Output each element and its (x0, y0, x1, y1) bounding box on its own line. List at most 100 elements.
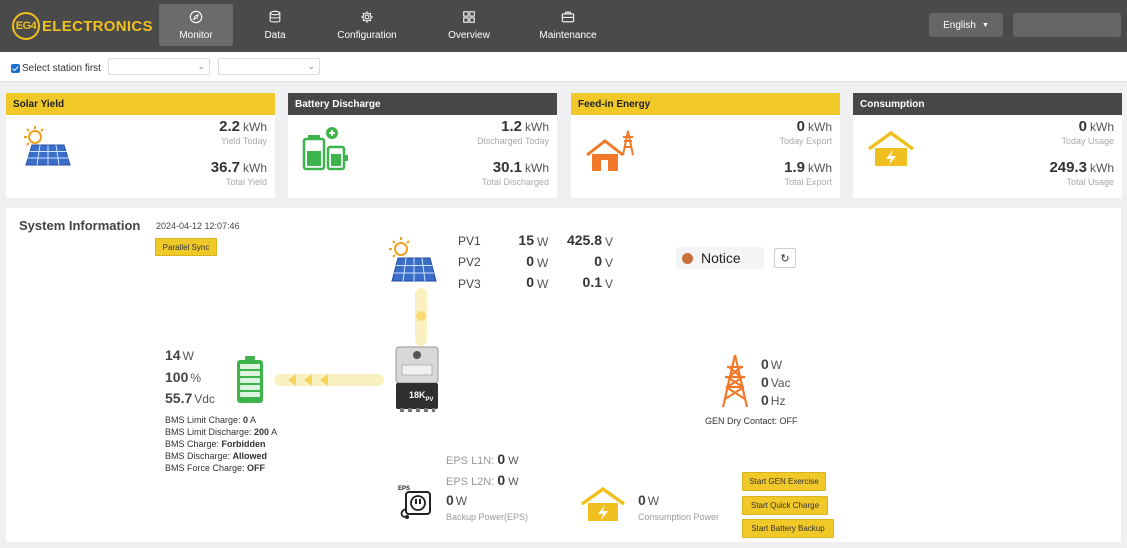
bms-force-charge: BMS Force Charge: OFF (165, 463, 266, 473)
nav-monitor-label: Monitor (179, 29, 213, 41)
consumption-power-label: Consumption Power (638, 512, 720, 522)
language-label: English (943, 19, 976, 31)
nav-monitor[interactable]: Monitor (159, 4, 233, 46)
start-quick-charge-button[interactable]: Start Quick Charge (742, 496, 828, 515)
pv2-name: PV2 (458, 255, 481, 269)
total-export-value: 1.9 (784, 159, 805, 176)
consumption-power-value: 0 (638, 492, 646, 508)
nav-configuration-label: Configuration (337, 29, 397, 41)
nav-overview-label: Overview (448, 29, 490, 41)
grid-icon (463, 10, 475, 23)
transmission-tower-icon (721, 354, 749, 408)
bms-limit-charge: BMS Limit Charge: 0 A (165, 415, 257, 425)
eps-icon-label: EPS (398, 486, 411, 492)
user-account-box[interactable] (1013, 13, 1121, 37)
total-export-label: Total Export (784, 177, 832, 187)
gen-voltage-value: 0 (761, 374, 769, 390)
start-battery-backup-button[interactable]: Start Battery Backup (742, 519, 834, 538)
consumption-card: Consumption 0 kWh Today Usage 249.3 kWh To… (853, 93, 1122, 198)
card-title: Consumption (853, 93, 1122, 115)
yield-today-label: Yield Today (220, 136, 267, 146)
today-usage-value: 0 (1078, 118, 1087, 135)
refresh-button[interactable]: ↻ (774, 248, 796, 268)
consumption-power: 0W (638, 492, 659, 508)
card-title: Solar Yield (6, 93, 275, 115)
device-dropdown[interactable]: ⌄ (218, 58, 320, 75)
logo-text: ELECTRONICS (42, 17, 153, 35)
battery-power-value: 14 (165, 347, 181, 363)
bms-discharge: BMS Discharge: Allowed (165, 451, 268, 461)
solar-panel-icon (24, 126, 71, 166)
nav-maintenance[interactable]: Maintenance (533, 4, 603, 46)
today-export-label: Today Export (779, 136, 832, 146)
notice-indicator[interactable]: Notice (676, 247, 764, 269)
total-discharged-unit: kWh (525, 161, 549, 175)
today-usage-unit: kWh (1090, 120, 1114, 134)
nav-data-label: Data (264, 29, 286, 41)
eps-outlet-icon (400, 491, 431, 519)
total-yield-unit: kWh (243, 161, 267, 175)
battery-discharge-card: Battery Discharge 1.2 kWh Discharged Toda… (288, 93, 557, 198)
compass-icon (189, 10, 203, 23)
consumption-power-unit: W (647, 494, 660, 508)
toolbox-icon (561, 11, 575, 22)
today-export-value: 0 (796, 118, 805, 135)
card-title: Feed-in Energy (571, 93, 840, 115)
battery-icon (237, 356, 263, 403)
backup-power: 0W (446, 492, 467, 508)
nav-configuration[interactable]: Configuration (330, 4, 404, 46)
database-icon (269, 10, 281, 22)
house-bolt-icon (580, 486, 626, 521)
total-discharged-value: 30.1 (492, 159, 522, 176)
pv2-power-unit: W (537, 256, 549, 270)
language-select[interactable]: English ▼ (929, 13, 1003, 37)
backup-power-label: Backup Power(EPS) (446, 512, 529, 522)
solar-yield-card: Solar Yield 2.2 kWh Yield Today 36.7 kWh T… (6, 93, 275, 198)
gen-power-value: 0 (761, 356, 769, 372)
pv1-voltage-unit: V (605, 235, 614, 249)
station-dropdown[interactable]: ⌄ (108, 58, 210, 75)
total-yield-value: 36.7 (210, 159, 240, 176)
select-station-label: Select station first (22, 63, 101, 74)
bms-charge: BMS Charge: Forbidden (165, 439, 266, 449)
nav-maintenance-label: Maintenance (539, 29, 597, 41)
backup-power-unit: W (455, 494, 468, 508)
card-title: Battery Discharge (288, 93, 557, 115)
battery-voltage-value: 55.7 (165, 390, 193, 406)
nav-overview[interactable]: Overview (440, 4, 498, 46)
solar-flow-line (415, 288, 427, 346)
select-station-checkbox[interactable] (11, 64, 20, 73)
battery-voltage-unit: Vdc (194, 392, 215, 406)
pv3-power: 0 (526, 274, 534, 290)
pv1-name: PV1 (458, 234, 481, 248)
chevron-down-icon: ⌄ (307, 61, 315, 71)
solar-array-icon (389, 237, 437, 282)
nav-data[interactable]: Data (245, 4, 305, 46)
bms-limit-discharge: BMS Limit Discharge: 200 A (165, 427, 278, 437)
pv1-power-unit: W (537, 235, 549, 249)
logo-badge: EG4 (12, 12, 40, 40)
backup-power-value: 0 (446, 492, 454, 508)
gen-dry-contact-status: GEN Dry Contact: OFF (705, 416, 798, 426)
total-usage-label: Total Usage (1066, 177, 1114, 187)
pv2-voltage-unit: V (605, 256, 614, 270)
brand-logo[interactable]: EG4 ELECTRONICS (12, 11, 153, 41)
today-export-unit: kWh (808, 120, 832, 134)
yield-today-unit: kWh (243, 120, 267, 134)
start-gen-exercise-button[interactable]: Start GEN Exercise (742, 472, 826, 491)
gen-power: 0W (761, 356, 782, 372)
update-timestamp: 2024-04-12 12:07:46 (156, 221, 240, 231)
pv2-power: 0 (526, 253, 534, 269)
gear-icon (361, 10, 373, 23)
gen-voltage-unit: Vac (770, 376, 791, 390)
pv3-voltage-unit: V (605, 277, 614, 291)
pv2-voltage: 0 (594, 253, 602, 269)
battery-power: 14 W (165, 347, 194, 363)
house-bolt-icon (867, 130, 915, 166)
eps-l1n: EPS L1N: 0 W (446, 451, 519, 467)
parallel-sync-button[interactable]: Parallel Sync (155, 238, 217, 256)
pv1-voltage: 425.8 (566, 232, 602, 248)
battery-soc-value: 100 (165, 369, 189, 385)
total-usage-unit: kWh (1090, 161, 1114, 175)
notice-label: Notice (701, 250, 741, 266)
